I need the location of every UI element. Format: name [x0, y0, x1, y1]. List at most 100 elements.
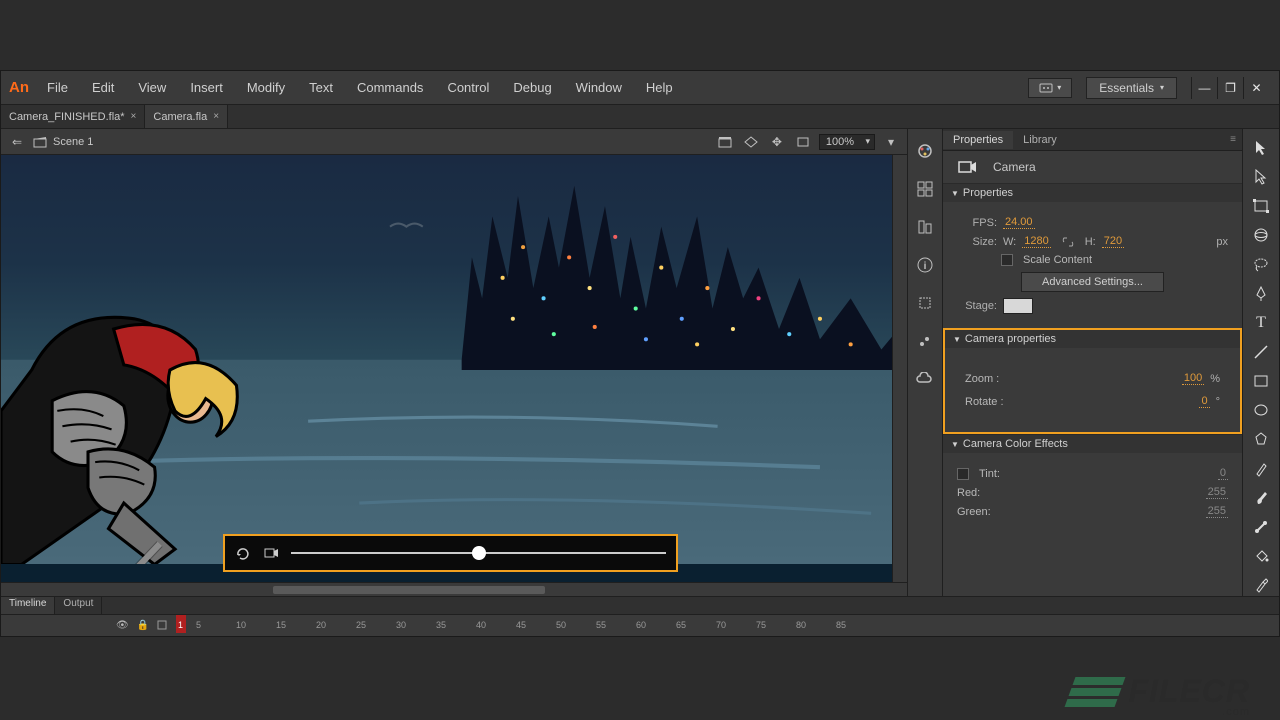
eyedropper-tool[interactable] [1250, 575, 1272, 596]
grid-icon[interactable] [913, 177, 937, 201]
zoom-slider-knob[interactable] [472, 546, 486, 560]
green-value[interactable]: 255 [1206, 505, 1228, 518]
brush-tool[interactable] [1250, 487, 1272, 508]
watermark-text: FILECR [1128, 673, 1250, 710]
outline-icon[interactable] [157, 620, 167, 630]
timeline-ruler[interactable]: 👁 🔒 1 5 10 15 20 25 30 35 40 45 50 55 60… [1, 615, 1279, 635]
edit-bar: ⇐ Scene 1 ✥ 100% ▾ [1, 129, 907, 155]
close-icon[interactable]: × [131, 111, 137, 122]
polystar-tool[interactable] [1250, 429, 1272, 450]
doc-tab-finished[interactable]: Camera_FINISHED.fla* × [1, 105, 145, 128]
cloud-icon[interactable] [913, 367, 937, 391]
extensions-button[interactable]: ▾ [1028, 78, 1072, 98]
rotate-unit: ° [1216, 396, 1220, 408]
zoom-dropdown[interactable]: 100% [819, 134, 875, 150]
frame-tick: 85 [836, 620, 876, 630]
fps-value[interactable]: 24.00 [1003, 216, 1035, 229]
close-button[interactable]: ✕ [1243, 77, 1269, 99]
paint-bucket-tool[interactable] [1250, 546, 1272, 567]
swatches-icon[interactable] [913, 139, 937, 163]
subselection-tool[interactable] [1250, 166, 1272, 187]
lasso-tool[interactable] [1250, 254, 1272, 275]
minimize-button[interactable]: — [1191, 77, 1217, 99]
stage-menu-icon[interactable]: ▾ [881, 133, 901, 151]
menu-control[interactable]: Control [437, 74, 499, 101]
playhead[interactable]: 1 [176, 615, 186, 633]
tab-output[interactable]: Output [55, 597, 102, 614]
brush-icon[interactable] [913, 329, 937, 353]
info-icon[interactable]: i [913, 253, 937, 277]
free-transform-tool[interactable] [1250, 195, 1272, 216]
section-color-effects[interactable]: ▼Camera Color Effects [943, 435, 1242, 453]
menu-insert[interactable]: Insert [180, 74, 233, 101]
zoom-cam-icon[interactable] [263, 546, 281, 560]
menu-edit[interactable]: Edit [82, 74, 124, 101]
zoom-label: Zoom : [965, 373, 1025, 385]
tab-library[interactable]: Library [1013, 131, 1067, 149]
tab-timeline[interactable]: Timeline [1, 597, 55, 614]
rectangle-tool[interactable] [1250, 371, 1272, 392]
tint-value[interactable]: 0 [1218, 467, 1228, 480]
camera-icon [957, 159, 979, 175]
pencil-tool[interactable] [1250, 458, 1272, 479]
stage-artwork [1, 155, 907, 564]
clapboard-icon[interactable] [715, 133, 735, 151]
scene-breadcrumb[interactable]: Scene 1 [33, 136, 93, 148]
section-properties[interactable]: ▼Properties [943, 184, 1242, 202]
transform-icon[interactable] [913, 291, 937, 315]
tint-checkbox[interactable] [957, 468, 969, 480]
zoom-unit: % [1210, 373, 1220, 385]
menu-view[interactable]: View [128, 74, 176, 101]
tab-properties[interactable]: Properties [943, 131, 1013, 149]
stage-color-swatch[interactable] [1003, 298, 1033, 314]
doc-tab-camera[interactable]: Camera.fla × [145, 105, 228, 128]
camera-rotate-value[interactable]: 0 [1199, 395, 1209, 408]
frame-tick: 15 [276, 620, 316, 630]
symbol-edit-icon[interactable] [741, 133, 761, 151]
stage-label: Stage: [957, 300, 997, 312]
camera-zoom-value[interactable]: 100 [1182, 372, 1204, 385]
workspace-switcher[interactable]: Essentials ▾ [1086, 77, 1177, 99]
link-dimensions-icon[interactable] [1061, 236, 1075, 248]
maximize-button[interactable]: ❐ [1217, 77, 1243, 99]
clip-icon[interactable] [793, 133, 813, 151]
lock-icon[interactable]: 🔒 [137, 620, 149, 631]
eye-icon[interactable]: 👁 [116, 620, 129, 631]
stage-canvas[interactable] [1, 155, 907, 582]
camera-zoom-slider[interactable] [223, 534, 678, 572]
advanced-settings-button[interactable]: Advanced Settings... [1021, 272, 1164, 292]
frame-tick: 30 [396, 620, 436, 630]
close-icon[interactable]: × [213, 111, 219, 122]
bone-tool[interactable] [1250, 516, 1272, 537]
doc-tab-label: Camera.fla [153, 111, 207, 123]
center-stage-icon[interactable]: ✥ [767, 133, 787, 151]
section-camera-props[interactable]: ▼Camera properties [945, 330, 1240, 348]
red-value[interactable]: 255 [1206, 486, 1228, 499]
back-icon[interactable]: ⇐ [7, 133, 27, 151]
menu-commands[interactable]: Commands [347, 74, 433, 101]
horizontal-scrollbar[interactable] [1, 582, 907, 596]
panel-menu-icon[interactable]: ≡ [1230, 134, 1242, 145]
height-value[interactable]: 720 [1102, 235, 1124, 248]
menu-modify[interactable]: Modify [237, 74, 295, 101]
menu-window[interactable]: Window [566, 74, 632, 101]
menu-help[interactable]: Help [636, 74, 683, 101]
text-tool[interactable]: T [1250, 312, 1272, 333]
width-value[interactable]: 1280 [1022, 235, 1050, 248]
scrollbar-thumb[interactable] [273, 586, 545, 594]
oval-tool[interactable] [1250, 400, 1272, 421]
line-tool[interactable] [1250, 341, 1272, 362]
3d-rotation-tool[interactable] [1250, 225, 1272, 246]
section-title: Properties [963, 187, 1013, 199]
selection-tool[interactable] [1250, 137, 1272, 158]
scale-content-checkbox[interactable] [1001, 254, 1013, 266]
rotate-cam-icon[interactable] [235, 546, 253, 560]
watermark-sub: .com [1222, 706, 1250, 718]
menu-text[interactable]: Text [299, 74, 343, 101]
align-icon[interactable] [913, 215, 937, 239]
vertical-scrollbar[interactable] [892, 155, 907, 582]
pen-tool[interactable] [1250, 283, 1272, 304]
menu-debug[interactable]: Debug [503, 74, 561, 101]
menu-file[interactable]: File [37, 74, 78, 101]
zoom-slider-track[interactable] [291, 552, 666, 554]
